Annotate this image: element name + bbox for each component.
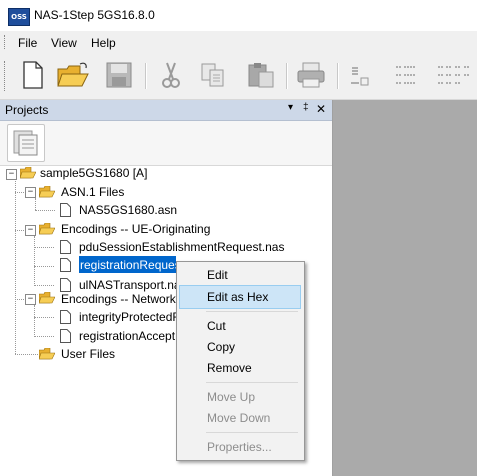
encode-icon[interactable] [343, 59, 377, 91]
file-icon [60, 329, 71, 343]
project-list-icon [13, 130, 38, 156]
copy-icon[interactable] [196, 59, 230, 91]
menu-separator [206, 311, 298, 312]
expand-toggle[interactable]: − [25, 294, 36, 305]
panel-close-icon[interactable]: ✕ [316, 102, 326, 116]
menu-item-edit[interactable]: Edit [207, 268, 228, 282]
tree-item-project-root[interactable]: sample5GS1680 [A] [40, 166, 147, 180]
menu-help[interactable]: Help [91, 36, 116, 50]
folder-open-icon [39, 186, 55, 198]
menu-item-move-down: Move Down [207, 411, 271, 425]
tree-item-ue-file[interactable]: pduSessionEstablishmentRequest.nas [79, 240, 284, 254]
cut-icon[interactable] [154, 59, 188, 91]
tree-line [35, 198, 36, 210]
file-icon [60, 203, 71, 217]
paste-icon[interactable] [244, 59, 278, 91]
toolbar-grip[interactable] [4, 61, 7, 91]
tree-item-user-files[interactable]: User Files [61, 347, 115, 361]
menu-item-cut[interactable]: Cut [207, 319, 226, 333]
menu-item-properties: Properties... [207, 440, 272, 454]
save-icon[interactable] [102, 59, 136, 91]
window-title: NAS-1Step 5GS16.8.0 [34, 8, 155, 22]
panel-dropdown-icon[interactable]: ▾ [288, 102, 293, 113]
file-icon [60, 278, 71, 292]
expand-toggle[interactable]: − [25, 187, 36, 198]
tree-line [15, 354, 38, 355]
menu-item-copy[interactable]: Copy [207, 340, 235, 354]
file-icon [60, 310, 71, 324]
tree-item-ue-originating[interactable]: Encodings -- UE-Originating [61, 222, 210, 236]
tree-line [34, 247, 54, 248]
menubar-grip[interactable] [4, 35, 7, 49]
tree-item-ue-file-selected[interactable]: registrationRequest.nas [80, 258, 176, 272]
open-folder-icon[interactable] [56, 59, 90, 91]
menu-separator [206, 382, 298, 383]
panel-pin-icon[interactable]: ‡ [303, 102, 309, 113]
panel-header [0, 100, 332, 121]
new-file-icon[interactable] [16, 59, 50, 91]
folder-open-icon [39, 223, 55, 235]
tree-line [34, 317, 54, 318]
tree-line [15, 179, 16, 354]
menu-item-move-up: Move Up [207, 390, 256, 404]
menu-item-edit-as-hex[interactable]: Edit as Hex [207, 290, 268, 304]
tree-line [35, 210, 55, 211]
workspace-area [333, 100, 477, 476]
tree-line [34, 285, 54, 286]
tree-item-asn-file[interactable]: NAS5GS1680.asn [79, 203, 177, 217]
tree-collapse-icon[interactable] [390, 59, 424, 91]
toolbar-separator-2 [286, 63, 288, 89]
tree-item-selected-clip: registrationRequest.nas [79, 256, 176, 273]
tree-line [34, 266, 54, 267]
toolbar-separator-3 [337, 63, 339, 89]
project-properties-button[interactable] [7, 124, 45, 162]
panel-toolbar [0, 121, 332, 166]
panel-title: Projects [5, 103, 49, 117]
folder-open-icon [20, 167, 36, 179]
file-icon [60, 240, 71, 254]
folder-open-icon [39, 292, 55, 304]
tree-item-network-file[interactable]: integrityProtectedRegistrationAccept.nas [79, 310, 176, 324]
tree-item-network-originating[interactable]: Encodings -- Network-Originating [61, 292, 176, 306]
toolbar-separator [145, 63, 147, 89]
tree-line [34, 236, 35, 286]
tree-item-asn1-files[interactable]: ASN.1 Files [61, 185, 124, 199]
tree-item-ue-file[interactable]: ulNASTransport.nas [79, 278, 176, 292]
menu-item-remove[interactable]: Remove [207, 361, 252, 375]
print-icon[interactable] [294, 59, 328, 91]
expand-toggle[interactable]: − [25, 225, 36, 236]
app-icon: OSS [8, 8, 30, 26]
tree-line [34, 305, 35, 337]
folder-open-icon [39, 348, 55, 360]
file-icon [60, 258, 71, 272]
menu-file[interactable]: File [18, 36, 37, 50]
tree-expand-icon[interactable] [436, 59, 470, 91]
expand-toggle[interactable]: − [6, 169, 17, 180]
tree-line [34, 336, 54, 337]
tree-item-network-file[interactable]: registrationAccept.nas [79, 329, 176, 343]
menu-view[interactable]: View [51, 36, 77, 50]
menu-separator [206, 432, 298, 433]
